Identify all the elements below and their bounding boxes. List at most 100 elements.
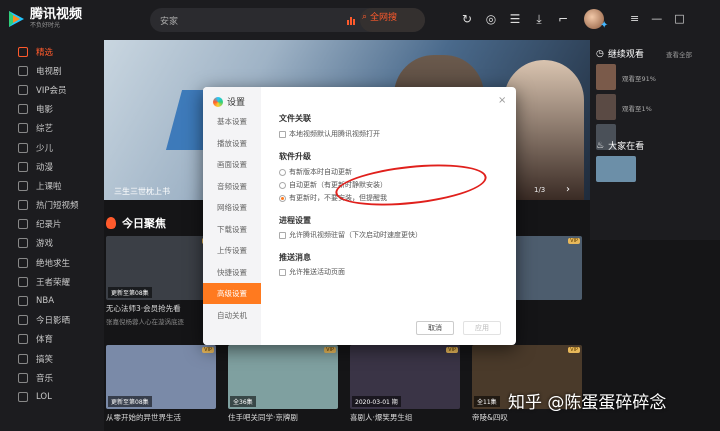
sidebar-item[interactable]: 搞笑 [0, 349, 104, 368]
trending-title: 大家在看 [608, 142, 645, 152]
sidebar-item[interactable]: LOL [0, 387, 104, 406]
sidebar-item-label: 今日影晒 [36, 316, 71, 327]
sidebar-item[interactable]: 电影 [0, 100, 104, 119]
process-option[interactable]: 允许腾讯视频驻留（下次启动时速度更快） [279, 230, 422, 240]
video-title[interactable]: 住手吧关同学·京牌剧 [228, 412, 338, 423]
video-thumbnail[interactable]: 更新至第08集VIP [106, 236, 216, 300]
search-input[interactable] [160, 12, 340, 28]
sidebar: 精选电视剧 VIP会员电影 综艺 少儿 动漫上课啦热门短视频纪录片 游戏 绝地求生 王者荣耀 N… [0, 40, 104, 431]
settings-nav-item[interactable]: 画面设置 [203, 154, 261, 175]
history-icon[interactable]: ↻ [460, 12, 474, 26]
file-assoc-option[interactable]: 本地视频默认用腾讯视频打开 [279, 129, 380, 139]
sidebar-item[interactable]: 综艺 [0, 119, 104, 138]
sidebar-item[interactable]: 绝地求生 [0, 253, 104, 272]
download-icon[interactable]: ⤓ [532, 12, 546, 26]
sidebar-item[interactable]: 今日影晒 [0, 311, 104, 330]
sidebar-item[interactable]: 体育 [0, 330, 104, 349]
trending-item[interactable] [596, 156, 714, 182]
chevron-right-icon[interactable]: › [566, 184, 570, 195]
message-icon[interactable]: ☰ [508, 12, 522, 26]
video-card[interactable]: 更新至第08集VIP 无心法师3·会员抢先看张嘉倪杨蓉人心在漩涡底逐 [106, 236, 216, 326]
settings-nav-item[interactable]: 播放设置 [203, 133, 261, 154]
sidebar-item[interactable]: 电视剧 [0, 61, 104, 80]
search-button-content[interactable]: ⌕ 全网搜 [362, 10, 397, 24]
sidebar-item-label: 精选 [36, 47, 54, 58]
video-card[interactable]: 2020-03-01 期 VIP 喜剧人·爆笑男生组 [350, 345, 460, 425]
upgrade-radio-3[interactable] [279, 194, 286, 202]
video-card[interactable]: 全11集 VIP 帝陵&四叹 [472, 345, 582, 425]
sidebar-item[interactable]: 游戏 [0, 234, 104, 253]
settings-nav-item[interactable]: 自动关机 [203, 305, 261, 326]
maximize-icon[interactable]: □ [674, 12, 684, 25]
sidebar-item[interactable]: 上课啦 [0, 176, 104, 195]
sidebar-item-icon [18, 104, 28, 115]
share-icon[interactable]: ⌐ [556, 12, 570, 26]
settings-body: 文件关联 本地视频默认用腾讯视频打开 软件升级 有新版本时自动更新 自动更新（有… [279, 87, 509, 345]
sidebar-item[interactable]: 动漫 [0, 157, 104, 176]
hot-search-icon[interactable] [346, 14, 356, 26]
banner-caption[interactable]: 三生三世枕上书 [114, 186, 170, 197]
video-thumbnail[interactable]: 全36集 VIP [228, 345, 338, 409]
settings-nav-item[interactable]: 上传设置 [203, 240, 261, 261]
history-thumbnail[interactable] [596, 94, 616, 120]
video-thumbnail[interactable]: 更新至第08集VIP [106, 345, 216, 409]
video-title[interactable]: 从零开始的异世界生活 [106, 412, 216, 423]
tencent-video-logo-icon [6, 9, 26, 29]
view-all-link[interactable]: 查看全部 [666, 49, 692, 59]
app-logo[interactable]: 腾讯视频 不负好时光 [6, 8, 82, 29]
sidebar-item-label: 热门短视频 [36, 201, 79, 212]
upgrade-option-1[interactable]: 有新版本时自动更新 [279, 167, 352, 177]
sidebar-item-icon [18, 353, 28, 364]
video-thumbnail[interactable]: 2020-03-01 期 VIP [350, 345, 460, 409]
sidebar-item[interactable]: 热门短视频 [0, 196, 104, 215]
sidebar-item-label: 上课啦 [36, 181, 62, 192]
sidebar-item[interactable]: 精选 [0, 42, 104, 61]
settings-nav-item[interactable]: 下载设置 [203, 219, 261, 240]
sidebar-item[interactable]: 少儿 [0, 138, 104, 157]
sidebar-item-label: VIP会员 [36, 85, 67, 96]
push-label: 允许推送活动页面 [289, 268, 345, 276]
video-title[interactable]: 喜剧人·爆笑男生组 [350, 412, 460, 423]
history-item[interactable]: 观看至91% [596, 64, 714, 90]
settings-nav-item[interactable]: 高级设置 [203, 283, 261, 304]
sidebar-item-icon [18, 334, 28, 345]
video-title[interactable]: 无心法师3·会员抢先看 [106, 303, 216, 314]
upgrade-radio-2[interactable] [279, 181, 286, 189]
settings-nav-item[interactable]: 网络设置 [203, 197, 261, 218]
vip-tag: VIP [324, 347, 336, 353]
process-checkbox[interactable] [279, 231, 286, 239]
settings-dialog: 设置 基本设置 播放设置 画面设置 音频设置 网络设置 下载设置 上传设置 快捷设置 高级设置自… [203, 87, 516, 345]
sidebar-item-label: 电视剧 [36, 66, 62, 77]
menu-icon[interactable]: ≡ [630, 12, 639, 25]
vip-icon[interactable]: ◎ [484, 12, 498, 26]
video-card[interactable]: 更新至第08集 VIP 从零开始的异世界生活 [106, 345, 216, 425]
video-title[interactable]: 帝陵&四叹 [472, 412, 582, 423]
settings-nav-item[interactable]: 快捷设置 [203, 262, 261, 283]
process-label: 允许腾讯视频驻留（下次启动时速度更快） [289, 231, 422, 239]
episode-badge: 更新至第08集 [108, 396, 152, 407]
upgrade-radio-1[interactable] [279, 168, 286, 176]
minimize-icon[interactable]: — [651, 12, 662, 25]
sidebar-item[interactable]: 纪录片 [0, 215, 104, 234]
sidebar-item-icon [18, 161, 28, 172]
cancel-button[interactable]: 取消 [416, 321, 454, 335]
settings-nav-item[interactable]: 基本设置 [203, 111, 261, 132]
push-checkbox[interactable] [279, 268, 286, 276]
sidebar-item[interactable]: VIP会员 [0, 80, 104, 99]
push-option[interactable]: 允许推送活动页面 [279, 267, 345, 277]
sidebar-item-icon [18, 123, 28, 134]
history-thumbnail[interactable] [596, 64, 616, 90]
file-assoc-checkbox[interactable] [279, 130, 286, 138]
sidebar-item[interactable]: 音乐 [0, 368, 104, 387]
clock-icon: ◷ [596, 48, 604, 59]
history-item[interactable]: 观看至1% [596, 94, 714, 120]
apply-button[interactable]: 应用 [463, 321, 501, 335]
video-card[interactable]: 全36集 VIP 住手吧关同学·京牌剧 [228, 345, 338, 425]
sidebar-item[interactable]: 王者荣耀 [0, 272, 104, 291]
episode-badge: 2020-03-01 期 [352, 396, 401, 407]
vip-badge-icon: ✦ [600, 20, 609, 31]
sidebar-item[interactable]: NBA [0, 291, 104, 310]
continue-watching-title: 继续观看 [607, 50, 644, 60]
settings-nav-item[interactable]: 音频设置 [203, 176, 261, 197]
trending-thumbnail[interactable] [596, 156, 636, 182]
